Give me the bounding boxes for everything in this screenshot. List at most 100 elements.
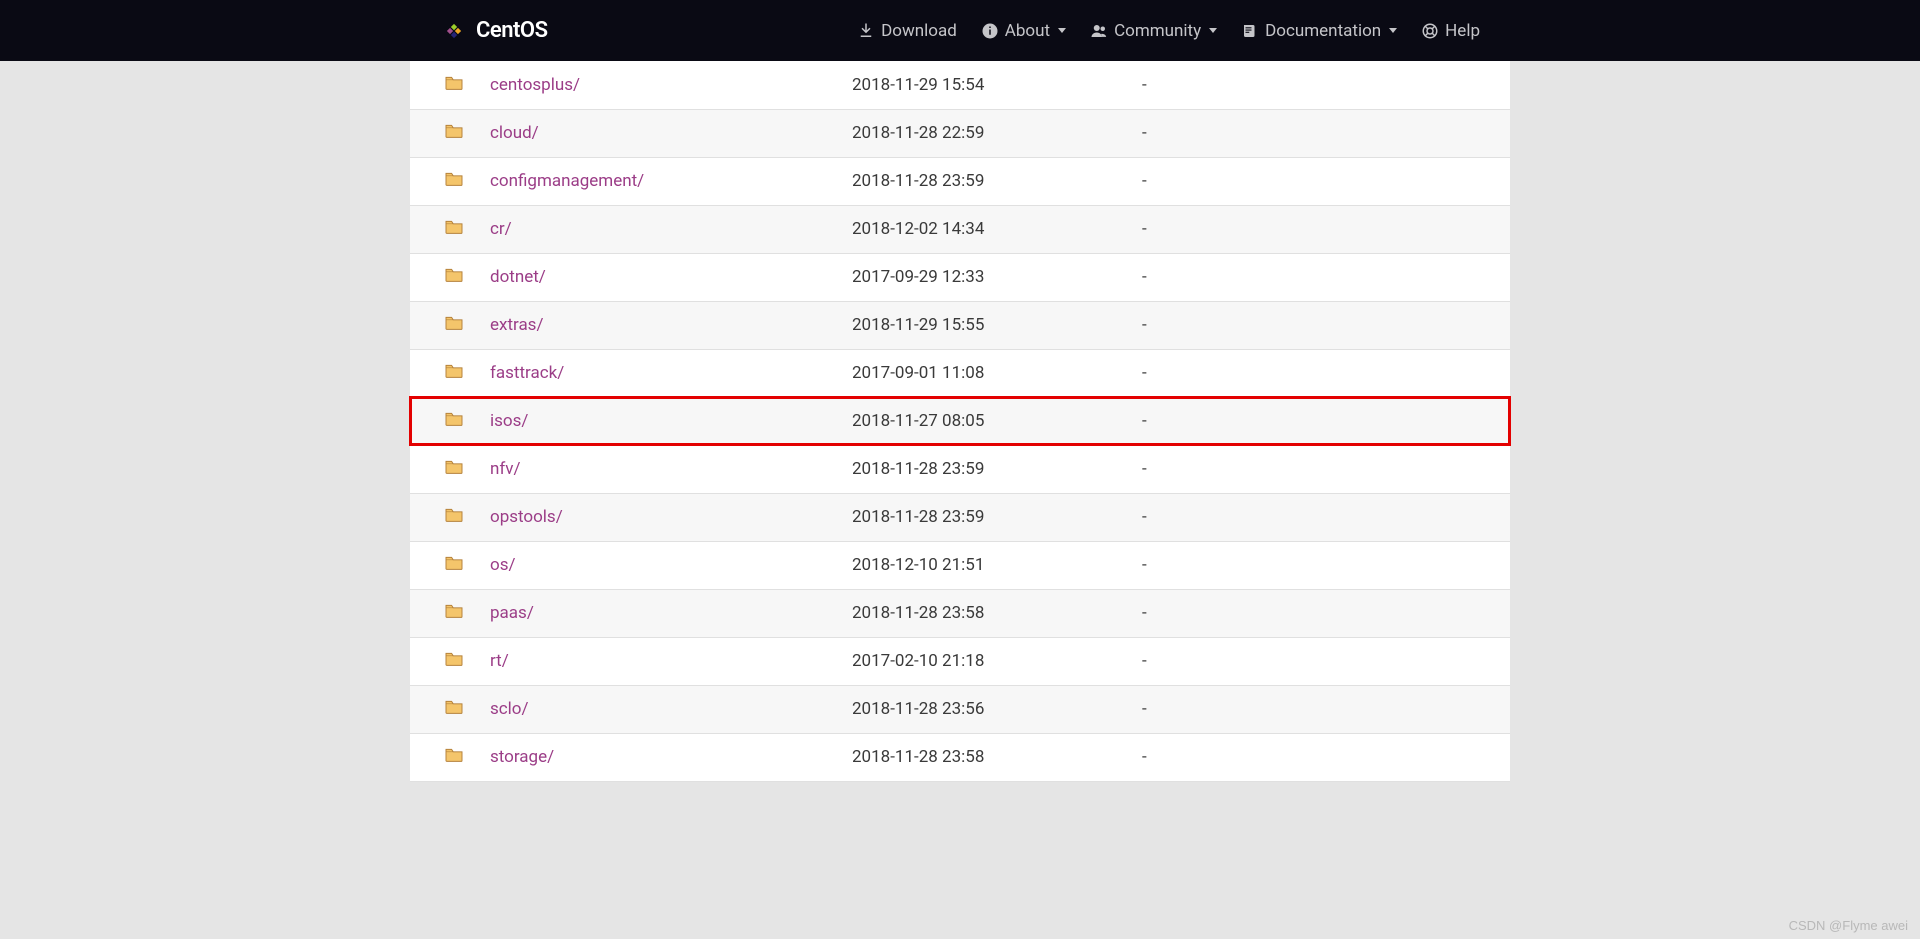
nav-download-label: Download	[881, 21, 957, 41]
folder-icon	[410, 733, 482, 781]
directory-link[interactable]: opstools/	[490, 507, 563, 527]
nav-about[interactable]: About	[981, 21, 1066, 41]
folder-icon	[410, 301, 482, 349]
date-cell: 2018-11-28 23:56	[852, 685, 1142, 733]
folder-icon	[410, 445, 482, 493]
brand[interactable]: CentOS	[440, 17, 548, 45]
watermark: CSDN @Flyme awei	[1789, 918, 1908, 933]
directory-link[interactable]: paas/	[490, 603, 534, 623]
directory-listing: centosplus/2018-11-29 15:54- cloud/2018-…	[410, 61, 1510, 782]
directory-name-cell: extras/	[482, 301, 852, 349]
folder-icon	[410, 493, 482, 541]
folder-icon	[410, 637, 482, 685]
directory-name-cell: fasttrack/	[482, 349, 852, 397]
nav-community[interactable]: Community	[1090, 21, 1217, 41]
nav-documentation[interactable]: Documentation	[1241, 21, 1397, 41]
table-row: paas/2018-11-28 23:58-	[410, 589, 1510, 637]
directory-name-cell: isos/	[482, 397, 852, 445]
table-row: rt/2017-02-10 21:18-	[410, 637, 1510, 685]
directory-link[interactable]: cloud/	[490, 123, 539, 143]
date-cell: 2017-09-01 11:08	[852, 349, 1142, 397]
size-cell: -	[1142, 61, 1510, 109]
date-cell: 2017-02-10 21:18	[852, 637, 1142, 685]
nav-about-label: About	[1005, 21, 1050, 41]
directory-link[interactable]: os/	[490, 555, 515, 575]
size-cell: -	[1142, 685, 1510, 733]
table-row: opstools/2018-11-28 23:59-	[410, 493, 1510, 541]
info-icon	[981, 22, 999, 40]
table-row: sclo/2018-11-28 23:56-	[410, 685, 1510, 733]
size-cell: -	[1142, 541, 1510, 589]
size-cell: -	[1142, 397, 1510, 445]
table-row: cr/2018-12-02 14:34-	[410, 205, 1510, 253]
chevron-down-icon	[1389, 28, 1397, 33]
directory-link[interactable]: fasttrack/	[490, 363, 564, 383]
folder-icon	[410, 541, 482, 589]
date-cell: 2018-11-29 15:55	[852, 301, 1142, 349]
brand-text: CentOS	[476, 18, 548, 43]
directory-link[interactable]: nfv/	[490, 459, 521, 479]
chevron-down-icon	[1058, 28, 1066, 33]
size-cell: -	[1142, 493, 1510, 541]
table-row: nfv/2018-11-28 23:59-	[410, 445, 1510, 493]
folder-icon	[410, 397, 482, 445]
size-cell: -	[1142, 205, 1510, 253]
table-row: extras/2018-11-29 15:55-	[410, 301, 1510, 349]
directory-name-cell: storage/	[482, 733, 852, 781]
book-icon	[1241, 22, 1259, 40]
centos-logo-icon	[440, 17, 468, 45]
date-cell: 2018-11-28 23:59	[852, 157, 1142, 205]
nav-help-label: Help	[1445, 21, 1480, 41]
date-cell: 2018-11-28 22:59	[852, 109, 1142, 157]
size-cell: -	[1142, 109, 1510, 157]
nav-help[interactable]: Help	[1421, 21, 1480, 41]
date-cell: 2018-11-28 23:58	[852, 733, 1142, 781]
size-cell: -	[1142, 637, 1510, 685]
directory-name-cell: paas/	[482, 589, 852, 637]
directory-link[interactable]: configmanagement/	[490, 171, 644, 191]
date-cell: 2018-11-29 15:54	[852, 61, 1142, 109]
directory-name-cell: nfv/	[482, 445, 852, 493]
date-cell: 2018-11-27 08:05	[852, 397, 1142, 445]
directory-link[interactable]: cr/	[490, 219, 512, 239]
directory-link[interactable]: storage/	[490, 747, 554, 767]
nav-documentation-label: Documentation	[1265, 21, 1381, 41]
directory-link[interactable]: extras/	[490, 315, 543, 335]
date-cell: 2018-11-28 23:59	[852, 445, 1142, 493]
folder-icon	[410, 61, 482, 109]
folder-icon	[410, 205, 482, 253]
directory-link[interactable]: rt/	[490, 651, 509, 671]
nav-download[interactable]: Download	[857, 21, 957, 41]
directory-name-cell: dotnet/	[482, 253, 852, 301]
directory-link[interactable]: centosplus/	[490, 75, 580, 95]
nav-links: Download About Community Docu	[857, 21, 1480, 41]
date-cell: 2018-11-28 23:58	[852, 589, 1142, 637]
table-row: os/2018-12-10 21:51-	[410, 541, 1510, 589]
date-cell: 2017-09-29 12:33	[852, 253, 1142, 301]
top-navbar: CentOS Download About Community	[0, 0, 1920, 61]
download-icon	[857, 22, 875, 40]
size-cell: -	[1142, 445, 1510, 493]
size-cell: -	[1142, 589, 1510, 637]
directory-link[interactable]: isos/	[490, 411, 528, 431]
directory-link[interactable]: sclo/	[490, 699, 529, 719]
directory-link[interactable]: dotnet/	[490, 267, 546, 287]
table-row: isos/2018-11-27 08:05-	[410, 397, 1510, 445]
size-cell: -	[1142, 157, 1510, 205]
table-row: fasttrack/2017-09-01 11:08-	[410, 349, 1510, 397]
navbar-inner: CentOS Download About Community	[260, 17, 1660, 45]
size-cell: -	[1142, 301, 1510, 349]
directory-name-cell: cloud/	[482, 109, 852, 157]
date-cell: 2018-11-28 23:59	[852, 493, 1142, 541]
size-cell: -	[1142, 349, 1510, 397]
lifebuoy-icon	[1421, 22, 1439, 40]
folder-icon	[410, 589, 482, 637]
date-cell: 2018-12-02 14:34	[852, 205, 1142, 253]
directory-name-cell: opstools/	[482, 493, 852, 541]
folder-icon	[410, 253, 482, 301]
directory-name-cell: centosplus/	[482, 61, 852, 109]
date-cell: 2018-12-10 21:51	[852, 541, 1142, 589]
folder-icon	[410, 109, 482, 157]
directory-name-cell: sclo/	[482, 685, 852, 733]
size-cell: -	[1142, 253, 1510, 301]
